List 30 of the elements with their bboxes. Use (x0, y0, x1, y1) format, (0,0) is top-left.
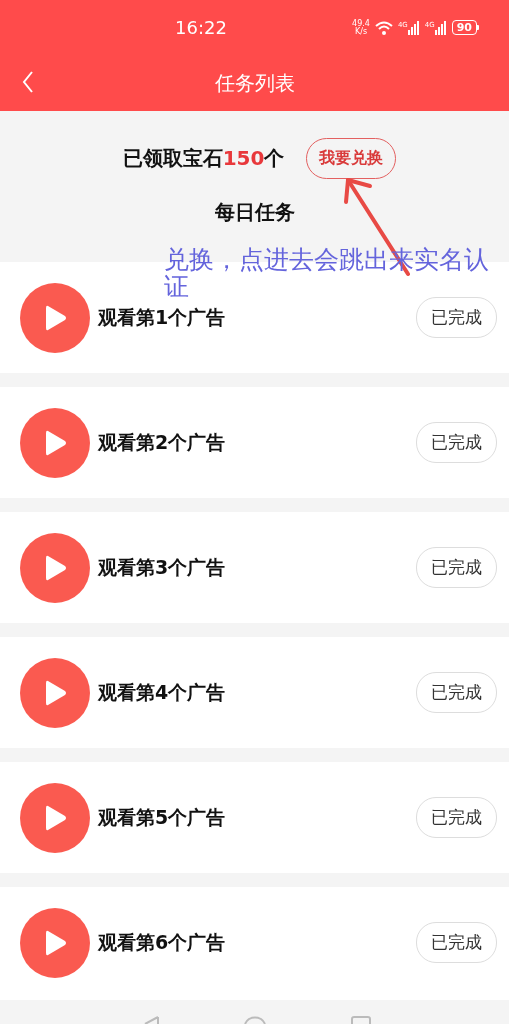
section-title: 每日任务 (214, 199, 295, 226)
signal-icon (434, 20, 447, 35)
task-status-button[interactable]: 已完成 (416, 547, 497, 588)
gem-count-text: 已领取宝石150个 (122, 145, 285, 172)
battery-level: 90 (451, 20, 477, 35)
task-title: 观看第5个广告 (98, 804, 227, 830)
task-title: 观看第3个广告 (98, 554, 227, 580)
play-icon (20, 907, 90, 978)
play-icon (20, 782, 90, 853)
task-title: 观看第4个广告 (98, 679, 227, 705)
task-status-button[interactable]: 已完成 (416, 672, 497, 713)
wifi-icon (374, 20, 393, 35)
task-status-button[interactable]: 已完成 (416, 922, 497, 963)
play-icon (20, 532, 90, 603)
speed-unit: K/s (354, 27, 368, 36)
task-status-button[interactable]: 已完成 (416, 797, 497, 838)
network-speed: 49.4 (352, 19, 370, 28)
task-title: 观看第6个广告 (98, 929, 227, 955)
play-icon (20, 282, 90, 353)
play-icon (20, 657, 90, 728)
home-icon (241, 1016, 268, 1024)
back-icon (22, 71, 34, 93)
page-title: 任务列表 (214, 69, 295, 97)
play-icon (20, 407, 90, 478)
status-time: 16:22 (175, 17, 227, 38)
task-status-button[interactable]: 已完成 (416, 297, 497, 338)
task-status-button[interactable]: 已完成 (416, 422, 497, 463)
task-title: 观看第1个广告 (98, 304, 227, 330)
task-title: 观看第2个广告 (98, 429, 227, 455)
signal-icon (407, 20, 420, 35)
